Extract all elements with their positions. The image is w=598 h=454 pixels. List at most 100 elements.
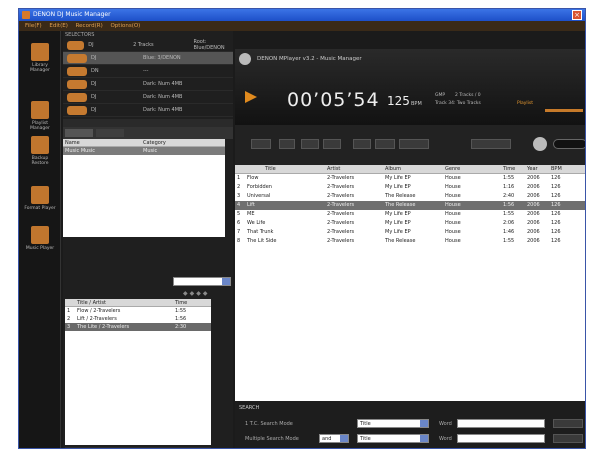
device-row[interactable]: DJ Dark: Num 4MB — [63, 104, 233, 117]
track-row[interactable]: 8 The Lit Side 2-Travelers The Release House… — [235, 237, 585, 246]
selectors-title: SELECTORS — [65, 32, 95, 38]
track-table: Title Artist Album Genre Time Year BPM 1… — [235, 165, 585, 401]
playlist-icon — [31, 101, 49, 119]
player-info-2: 2 Tracks / 0 — [455, 93, 481, 98]
toolbar-button-3[interactable] — [301, 139, 319, 149]
word-label-1: Word — [439, 421, 452, 427]
chevron-down-icon — [222, 278, 230, 285]
toolbar-button-8[interactable] — [471, 139, 511, 149]
device-icon — [67, 105, 87, 115]
nav-music-player[interactable]: Music Player — [24, 226, 56, 251]
window-title: DENON DJ Music Manager — [33, 11, 111, 18]
logo-icon — [239, 53, 251, 65]
player-info-1: GMP — [435, 93, 446, 98]
menu-record[interactable]: Record(R) — [76, 23, 103, 29]
device-row[interactable]: DJ Dark: Num 4MB — [63, 78, 233, 91]
left-nav: Library Manager Playlist Manager Backup … — [19, 31, 61, 448]
category-tabs — [63, 127, 233, 139]
device-icon — [67, 79, 87, 89]
device-icon — [67, 40, 85, 50]
app-window: DENON DJ Music Manager × File(F) Edit(E)… — [18, 8, 586, 449]
device-icon — [67, 66, 87, 76]
device-toolbar — [63, 119, 233, 127]
track-table-header: Title Artist Album Genre Time Year BPM — [235, 165, 585, 174]
volume-bar[interactable] — [545, 109, 583, 112]
music-player-icon — [31, 226, 49, 244]
search-field1-select[interactable]: Title — [357, 419, 429, 428]
track-row[interactable]: 6 We Life 2-Travelers My Life EP House 2:06 20… — [235, 219, 585, 228]
playlist-row[interactable]: 3 The Lite / 2-Travelers 2:30 — [65, 323, 211, 331]
chevron-down-icon — [340, 435, 348, 442]
search-word-input-1[interactable] — [457, 419, 545, 428]
track-row[interactable]: 1 Flow 2-Travelers My Life EP House 1:55 2006 1… — [235, 174, 585, 183]
track-row[interactable]: 5 ME 2-Travelers My Life EP House 1:55 2006 126 — [235, 210, 585, 219]
nav-backup-restore[interactable]: Backup Restore — [24, 136, 56, 166]
toolbar — [235, 125, 585, 165]
search-op-select[interactable]: and — [319, 434, 349, 443]
device-row[interactable]: DJ Blue: 3/DENON — [63, 52, 233, 65]
track-row[interactable]: 4 Lift 2-Travelers The Release House 1:56 2006… — [235, 201, 585, 210]
word-label-2: Word — [439, 436, 452, 442]
search-button-1[interactable] — [553, 419, 583, 428]
player-title: DENON MPlayer v3.2 - Music Manager — [257, 56, 362, 62]
title-bar: DENON DJ Music Manager × — [19, 9, 585, 21]
device-row[interactable]: DJ 2 Tracks Root: Blue/DENON — [63, 39, 233, 52]
search-panel: SEARCH 1 T.C. Search Mode Title Word Mul… — [235, 401, 585, 448]
table-row[interactable]: Music Music Music — [63, 147, 225, 155]
nav-format-player[interactable]: Format Player — [24, 186, 56, 211]
device-icon — [67, 92, 87, 102]
search-box[interactable] — [553, 139, 585, 149]
toolbar-button-5[interactable] — [353, 139, 371, 149]
playlist-footer — [65, 447, 211, 448]
menu-bar: File(F) Edit(E) Record(R) Options(O) — [19, 21, 585, 31]
nav-library-manager[interactable]: Library Manager — [24, 43, 56, 73]
tab-category-2[interactable] — [96, 129, 124, 137]
search-title: SEARCH — [239, 405, 260, 411]
chevron-down-icon — [420, 435, 428, 442]
toolbar-button-1[interactable] — [251, 139, 271, 149]
playlist-table: Title / Artist Time 1 Flow / 2-Travelers 1:… — [65, 299, 211, 445]
toolbar-button-4[interactable] — [323, 139, 341, 149]
selectors-panel: SELECTORS DJ 2 Tracks Root: Blue/DENON DJ Bl… — [63, 31, 233, 448]
track-row[interactable]: 3 Universal 2-Travelers The Release House 2:4… — [235, 192, 585, 201]
toolbar-button-6[interactable] — [375, 139, 395, 149]
library-icon — [31, 43, 49, 61]
bpm-unit: BPM — [411, 101, 422, 107]
track-row[interactable]: 2 Forbidden 2-Travelers My Life EP House 1:16… — [235, 183, 585, 192]
format-icon — [31, 186, 49, 204]
device-row[interactable]: DJ Dark: Num 4MB — [63, 91, 233, 104]
menu-options[interactable]: Options(O) — [110, 23, 140, 29]
search-row1-label: 1 T.C. Search Mode — [245, 421, 293, 427]
filter-select[interactable] — [173, 277, 231, 286]
track-row[interactable]: 7 That Trunk 2-Travelers My Life EP House 1:4… — [235, 228, 585, 237]
playlist-toolbar: ◆◆◆◆ — [183, 290, 210, 297]
backup-icon — [31, 136, 49, 154]
search-field2-select[interactable]: Title — [357, 434, 429, 443]
circle-icon[interactable] — [533, 137, 547, 151]
device-row[interactable]: DN --- — [63, 65, 233, 78]
close-icon[interactable]: × — [572, 10, 582, 20]
search-button-2[interactable] — [553, 434, 583, 443]
player-info-3: Track 34: Two Tracks — [435, 101, 481, 106]
tab-category-1[interactable] — [65, 129, 93, 137]
device-list: DJ 2 Tracks Root: Blue/DENON DJ Blue: 3/DENO… — [63, 39, 233, 119]
chevron-down-icon — [420, 420, 428, 427]
main-panel: DENON MPlayer v3.2 - Music Manager 00’05… — [235, 49, 585, 448]
toolbar-button-7[interactable] — [399, 139, 429, 149]
search-word-input-2[interactable] — [457, 434, 545, 443]
category-table: Name Category Music Music Music — [63, 139, 225, 237]
search-row2-label: Multiple Search Mode — [245, 436, 299, 442]
time-display: 00’05’54 — [287, 89, 380, 111]
playlist-row[interactable]: 1 Flow / 2-Travelers 1:55 — [65, 307, 211, 315]
menu-file[interactable]: File(F) — [25, 23, 42, 29]
toolbar-button-2[interactable] — [279, 139, 295, 149]
player-info-4: Playlist — [517, 101, 533, 106]
playlist-row[interactable]: 2 Lift / 2-Travelers 1:56 — [65, 315, 211, 323]
play-icon[interactable] — [245, 91, 257, 103]
nav-playlist-manager[interactable]: Playlist Manager — [24, 101, 56, 131]
device-icon — [67, 53, 87, 63]
bpm-value: 125 — [387, 94, 410, 108]
player-panel: DENON MPlayer v3.2 - Music Manager 00’05… — [235, 49, 585, 125]
menu-edit[interactable]: Edit(E) — [49, 23, 67, 29]
app-icon — [22, 11, 30, 19]
